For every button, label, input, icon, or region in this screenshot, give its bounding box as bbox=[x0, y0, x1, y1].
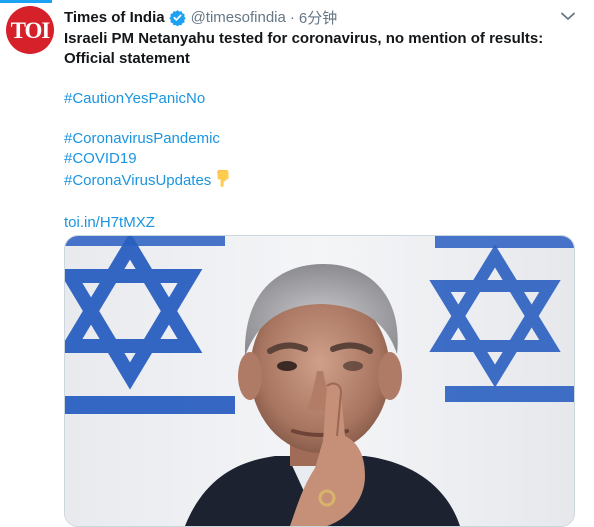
hashtag-coronavirus-pandemic[interactable]: #CoronavirusPandemic bbox=[64, 129, 574, 149]
tweet-text: Israeli PM Netanyahu tested for coronavi… bbox=[64, 29, 574, 233]
account-handle[interactable]: @timesofindia bbox=[191, 9, 286, 26]
verified-badge-icon bbox=[168, 9, 186, 26]
pointing-down-emoji-icon bbox=[215, 169, 231, 193]
timestamp[interactable]: 6分钟 bbox=[299, 7, 337, 28]
active-tab-indicator bbox=[0, 0, 52, 3]
netanyahu-photo-image bbox=[65, 236, 574, 526]
avatar[interactable]: TOI bbox=[6, 6, 54, 54]
avatar-logo-text: TOI bbox=[10, 17, 51, 43]
tweet-media-photo[interactable] bbox=[64, 235, 575, 527]
tweet-headline: Israeli PM Netanyahu tested for coronavi… bbox=[64, 30, 544, 67]
hashtag-coronavirus-updates[interactable]: #CoronaVirusUpdates bbox=[64, 172, 211, 189]
hashtag-caution-yes-panic-no[interactable]: #CautionYesPanicNo bbox=[64, 89, 574, 109]
tweet-header: Times of India @timesofindia · 6分钟 bbox=[64, 7, 554, 27]
display-name[interactable]: Times of India bbox=[64, 9, 165, 26]
hashtag-covid19[interactable]: #COVID19 bbox=[64, 149, 574, 169]
separator-dot: · bbox=[289, 8, 295, 26]
more-options-chevron-down-icon[interactable] bbox=[560, 10, 576, 22]
short-link[interactable]: toi.in/H7tMXZ bbox=[64, 213, 574, 233]
